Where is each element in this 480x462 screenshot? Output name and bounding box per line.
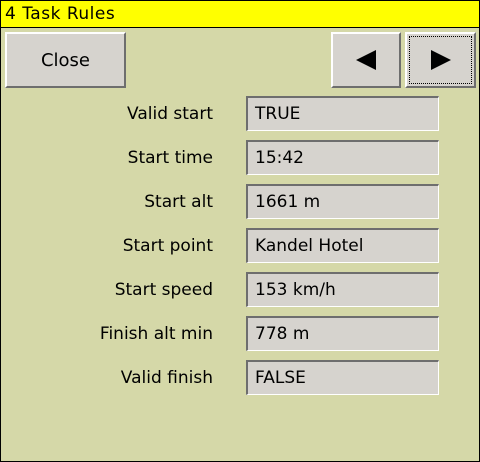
arrow-right-icon: [430, 50, 451, 70]
rule-label: Start time: [127, 148, 213, 168]
previous-page-button[interactable]: [331, 32, 401, 88]
close-button[interactable]: Close: [5, 32, 126, 88]
rule-value-field: Kandel Hotel: [246, 228, 439, 263]
rule-label: Valid finish: [120, 368, 213, 388]
next-page-button[interactable]: [405, 32, 476, 88]
rule-row-start-time: Start time 15:42: [1, 140, 479, 176]
dialog-title: 4 Task Rules: [5, 4, 116, 24]
rule-row-start-speed: Start speed 153 km/h: [1, 272, 479, 308]
arrow-left-icon: [356, 50, 376, 70]
rule-value-field: FALSE: [246, 360, 439, 395]
task-rules-dialog: 4 Task Rules Close Valid start TRUE Star…: [0, 0, 480, 462]
title-bar: 4 Task Rules: [1, 1, 479, 28]
rule-value-field: 15:42: [246, 140, 439, 175]
rule-row-valid-finish: Valid finish FALSE: [1, 360, 479, 396]
rule-label: Valid start: [127, 104, 213, 124]
rule-value-field: TRUE: [246, 96, 439, 131]
rule-value-field: 1661 m: [246, 184, 439, 219]
rule-value-field: 153 km/h: [246, 272, 439, 307]
rule-label: Start alt: [144, 192, 213, 212]
rule-row-start-point: Start point Kandel Hotel: [1, 228, 479, 264]
rule-label: Finish alt min: [99, 324, 213, 344]
rule-value-field: 778 m: [246, 316, 439, 351]
rule-row-start-alt: Start alt 1661 m: [1, 184, 479, 220]
rule-label: Start point: [122, 236, 213, 256]
rule-row-valid-start: Valid start TRUE: [1, 96, 479, 132]
rule-row-finish-alt-min: Finish alt min 778 m: [1, 316, 479, 352]
rule-label: Start speed: [114, 280, 213, 300]
